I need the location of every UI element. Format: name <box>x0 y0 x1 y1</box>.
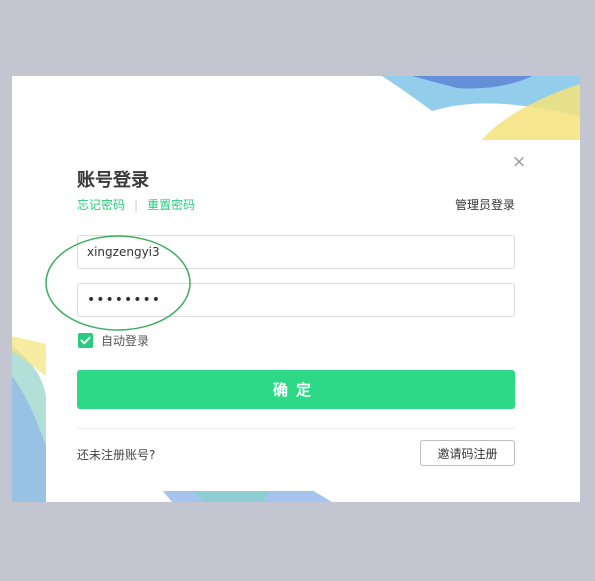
confirm-button[interactable]: 确定 <box>77 370 515 409</box>
close-icon[interactable]: × <box>512 154 526 171</box>
auto-login-label: 自动登录 <box>101 334 150 348</box>
forgot-password-link[interactable]: 忘记密码 <box>77 198 125 212</box>
password-input[interactable]: •••••••• <box>77 283 515 317</box>
no-account-text: 还未注册账号? <box>77 448 156 462</box>
invite-register-button[interactable]: 邀请码注册 <box>420 440 515 466</box>
page-title: 账号登录 <box>77 170 149 191</box>
username-input[interactable] <box>77 235 515 269</box>
deco-shape-bottom-teal <box>192 490 272 502</box>
auto-login-checkbox[interactable] <box>78 333 93 348</box>
divider <box>77 428 515 429</box>
checkmark-icon <box>80 336 91 345</box>
reset-password-link[interactable]: 重置密码 <box>147 198 195 212</box>
link-separator: | <box>134 198 139 212</box>
password-links: 忘记密码 | 重置密码 <box>77 196 195 213</box>
admin-login-link[interactable]: 管理员登录 <box>455 196 515 213</box>
